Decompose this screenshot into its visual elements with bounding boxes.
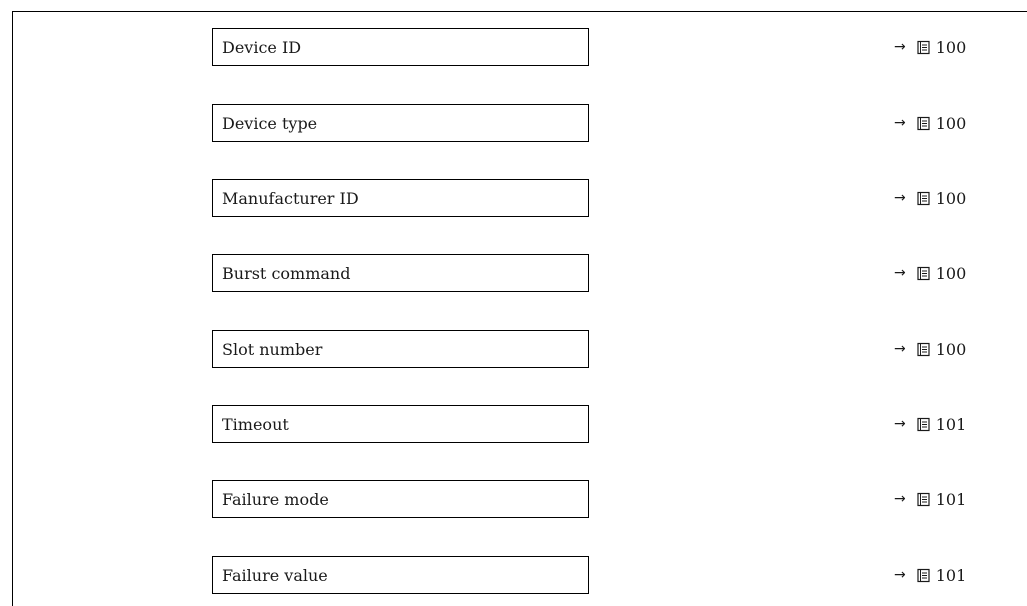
parameter-label: Failure mode (222, 489, 329, 509)
page-reference-link[interactable]: → 101 (894, 556, 966, 594)
page-number: 100 (935, 263, 967, 283)
book-icon (916, 568, 931, 583)
page-reference-link[interactable]: → 100 (894, 330, 966, 368)
parameter-row-failure-mode: Failure mode → 101 (0, 480, 1027, 518)
page-number: 100 (935, 339, 967, 359)
parameter-label: Burst command (222, 263, 351, 283)
parameter-box-slot-number: Slot number (212, 330, 589, 368)
parameter-box-timeout: Timeout (212, 405, 589, 443)
page-reference-link[interactable]: → 100 (894, 179, 966, 217)
parameter-box-failure-value: Failure value (212, 556, 589, 594)
parameter-row-failure-value: Failure value → 101 (0, 556, 1027, 594)
page-reference-link[interactable]: → 100 (894, 254, 966, 292)
book-icon (916, 116, 931, 131)
book-icon (916, 342, 931, 357)
page-number: 101 (935, 414, 967, 434)
parameter-row-device-id: Device ID → 100 (0, 28, 1027, 66)
book-icon (916, 191, 931, 206)
parameter-label: Slot number (222, 339, 323, 359)
book-icon (916, 40, 931, 55)
arrow-right-icon: → (894, 115, 906, 131)
arrow-right-icon: → (894, 190, 906, 206)
arrow-right-icon: → (894, 265, 906, 281)
page-reference-link[interactable]: → 101 (894, 405, 966, 443)
parameter-row-burst-command: Burst command → 100 (0, 254, 1027, 292)
book-icon (916, 417, 931, 432)
page-reference-link[interactable]: → 100 (894, 28, 966, 66)
page-number: 101 (935, 489, 967, 509)
parameter-label: Timeout (222, 414, 289, 434)
parameter-box-manufacturer-id: Manufacturer ID (212, 179, 589, 217)
page-number: 101 (935, 565, 967, 585)
parameter-list: Device ID → 100 Device type → 100 Manufa… (0, 0, 1027, 606)
parameter-row-slot-number: Slot number → 100 (0, 330, 1027, 368)
page-reference-link[interactable]: → 100 (894, 104, 966, 142)
page-number: 100 (935, 113, 967, 133)
parameter-row-manufacturer-id: Manufacturer ID → 100 (0, 179, 1027, 217)
parameter-row-device-type: Device type → 100 (0, 104, 1027, 142)
arrow-right-icon: → (894, 341, 906, 357)
parameter-box-device-id: Device ID (212, 28, 589, 66)
parameter-box-device-type: Device type (212, 104, 589, 142)
arrow-right-icon: → (894, 39, 906, 55)
arrow-right-icon: → (894, 416, 906, 432)
parameter-label: Manufacturer ID (222, 188, 359, 208)
parameter-box-burst-command: Burst command (212, 254, 589, 292)
parameter-box-failure-mode: Failure mode (212, 480, 589, 518)
page-number: 100 (935, 37, 967, 57)
page-reference-link[interactable]: → 101 (894, 480, 966, 518)
parameter-label: Device type (222, 113, 318, 133)
arrow-right-icon: → (894, 567, 906, 583)
book-icon (916, 492, 931, 507)
page-number: 100 (935, 188, 967, 208)
parameter-label: Failure value (222, 565, 328, 585)
arrow-right-icon: → (894, 491, 906, 507)
book-icon (916, 266, 931, 281)
parameter-label: Device ID (222, 37, 302, 57)
parameter-row-timeout: Timeout → 101 (0, 405, 1027, 443)
